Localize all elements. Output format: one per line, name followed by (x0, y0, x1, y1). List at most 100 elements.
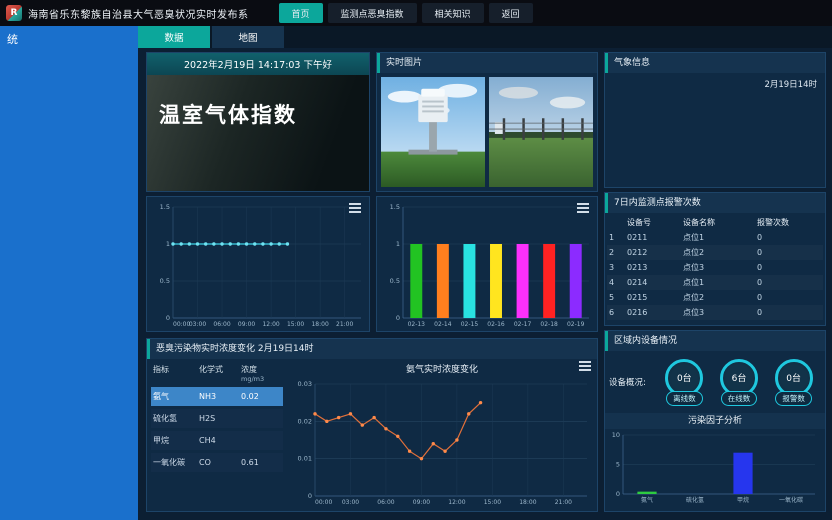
pollutant-cell: CH4 (199, 436, 241, 445)
nh3-trend-chart: 00.010.020.0300:0003:0006:0009:0012:0015… (289, 374, 595, 509)
alarm-cell: 点位2 (683, 247, 757, 258)
pollutant-row-co[interactable]: 一氧化碳CO0.61 (151, 453, 283, 472)
svg-text:03:00: 03:00 (189, 321, 206, 328)
alarm-table-row: 60216点位30 (607, 305, 823, 320)
pollutant-cell: NH3 (199, 392, 241, 401)
view-tabs: 数据地图 (138, 26, 832, 48)
datetime-label: 2022年2月19日 14:17:03 下午好 (147, 53, 369, 75)
pollutant-cell: H2S (199, 414, 241, 423)
svg-text:0.5: 0.5 (160, 277, 170, 285)
greenhouse-index-title: 温室气体指数 (159, 99, 297, 129)
chart-menu-icon[interactable] (579, 361, 591, 373)
svg-text:12:00: 12:00 (448, 499, 465, 506)
pollution-factor-title: 污染因子分析 (605, 413, 825, 429)
alarm-cell: 0 (757, 278, 817, 287)
pollutant-table-header: 指标 化学式 浓度 mg/m3 (151, 363, 283, 384)
alarm-col-device-name: 设备名称 (683, 217, 757, 228)
realtime-photos-panel: 实时图片 (376, 52, 598, 192)
svg-text:一氧化碳: 一氧化碳 (779, 496, 803, 504)
svg-text:氨气: 氨气 (641, 496, 653, 504)
svg-text:0: 0 (616, 490, 620, 498)
svg-text:02-17: 02-17 (514, 321, 532, 328)
top-bar: R 海南省乐东黎族自治县大气恶臭状况实时发布系 首页监测点恶臭指数相关知识返回 (0, 0, 832, 26)
pollutant-row-nh3[interactable]: 氨气NH30.02 (151, 387, 283, 406)
device-gauges: 0台离线数6台在线数0台报警数 (657, 359, 821, 406)
pollutant-cell: 氨气 (153, 391, 199, 402)
alarm-cell: 点位3 (683, 262, 757, 273)
alarm-cell: 5 (609, 293, 627, 302)
alarm-cell: 2 (609, 248, 627, 257)
gauge-label-alarm: 报警数 (775, 391, 812, 406)
alarm-panel-title: 7日内监测点报警次数 (605, 193, 825, 213)
chart-menu-icon[interactable] (577, 203, 589, 215)
svg-text:10: 10 (612, 431, 620, 439)
alarm-cell: 点位1 (683, 232, 757, 243)
pollutant-body: 指标 化学式 浓度 mg/m3 氨气NH30.02硫化氢H2S甲烷CH4一氧化碳… (147, 359, 597, 511)
svg-text:0.02: 0.02 (298, 417, 312, 425)
station-photo-2 (489, 77, 593, 187)
weather-body: 2月19日14时 (605, 73, 825, 187)
svg-text:21:00: 21:00 (336, 321, 353, 328)
pollutant-row-ch4[interactable]: 甲烷CH4 (151, 431, 283, 450)
alarm-cell: 点位3 (683, 307, 757, 318)
svg-text:1.5: 1.5 (390, 203, 400, 211)
chart-menu-icon[interactable] (349, 203, 361, 215)
svg-text:0.5: 0.5 (390, 277, 400, 285)
tab-data[interactable]: 数据 (138, 26, 210, 48)
svg-text:0.01: 0.01 (298, 455, 312, 463)
pollutant-row-h2s[interactable]: 硫化氢H2S (151, 409, 283, 428)
alarm-cell: 1 (609, 233, 627, 242)
pollutant-realtime-panel: 恶臭污染物实时浓度变化 2月19日14时 指标 化学式 浓度 mg/m3 氨气N… (146, 338, 598, 512)
alarm-cell: 0 (757, 263, 817, 272)
svg-text:18:00: 18:00 (311, 321, 328, 328)
gauge-online: 6台在线数 (720, 359, 758, 406)
svg-text:5: 5 (616, 461, 620, 469)
svg-text:1: 1 (396, 240, 400, 248)
device-status-panel: 区域内设备情况 设备概况: 0台离线数6台在线数0台报警数 污染因子分析 051… (604, 330, 826, 512)
tab-map[interactable]: 地图 (212, 26, 284, 48)
greenhouse-trend-panel: 00.511.500:0003:0006:0009:0012:0015:0018… (146, 196, 370, 332)
svg-text:09:00: 09:00 (413, 499, 430, 506)
nav-item-station-odor-index[interactable]: 监测点恶臭指数 (328, 3, 417, 23)
pollutant-cell: CO (199, 458, 241, 467)
alarm-col-device-id: 设备号 (627, 217, 683, 228)
alarm-table-row: 10211点位10 (607, 230, 823, 245)
weekly-index-chart: 00.511.502-1302-1402-1502-1602-1702-1802… (377, 197, 597, 331)
nav-item-home[interactable]: 首页 (279, 3, 323, 23)
alarm-cell: 0 (757, 233, 817, 242)
alarm-table-row: 50215点位20 (607, 290, 823, 305)
alarm-table-body: 10211点位1020212点位2030213点位3040214点位105021… (607, 230, 823, 320)
svg-text:18:00: 18:00 (519, 499, 536, 506)
svg-text:02-13: 02-13 (408, 321, 426, 328)
pollutant-table: 指标 化学式 浓度 mg/m3 氨气NH30.02 硫化氢H2S 甲烷CH4 一氧化碳… (147, 359, 287, 511)
weather-time-label: 2月19日14时 (764, 78, 817, 90)
alarm-cell: 0215 (627, 293, 683, 302)
alarm-cell: 点位1 (683, 277, 757, 288)
svg-text:02-16: 02-16 (487, 321, 505, 328)
weather-panel-title: 气象信息 (605, 53, 825, 73)
weekly-index-panel: 00.511.502-1302-1402-1502-1602-1702-1802… (376, 196, 598, 332)
nav-item-back[interactable]: 返回 (489, 3, 533, 23)
alarm-count-panel: 7日内监测点报警次数 设备号 设备名称 报警次数 10211点位1020212点… (604, 192, 826, 326)
svg-text:00:00: 00:00 (315, 499, 332, 506)
alarm-cell: 3 (609, 263, 627, 272)
nav-item-knowledge[interactable]: 相关知识 (422, 3, 484, 23)
device-overview-label: 设备概况: (609, 376, 657, 388)
svg-text:1: 1 (166, 240, 170, 248)
alarm-cell: 0216 (627, 308, 683, 317)
svg-text:06:00: 06:00 (377, 499, 394, 506)
pollution-factor-chart: 0510氨气硫化氢甲烷一氧化碳 (607, 429, 823, 507)
gauge-label-online: 在线数 (721, 391, 758, 406)
station-photo-1-image (381, 77, 485, 187)
pollutant-col-concentration: 浓度 mg/m3 (241, 364, 285, 383)
left-sidebar: 统 (0, 26, 138, 520)
pollutant-cell: 0.61 (241, 458, 285, 467)
alarm-cell: 0213 (627, 263, 683, 272)
pollutant-table-body: 氨气NH30.02 硫化氢H2S 甲烷CH4 一氧化碳CO0.61 (151, 387, 283, 472)
alarm-table-row: 20212点位20 (607, 245, 823, 260)
svg-text:0: 0 (308, 492, 312, 500)
alarm-cell: 0 (757, 248, 817, 257)
svg-text:0: 0 (166, 314, 170, 322)
alarm-cell: 0 (757, 308, 817, 317)
station-photo-1 (381, 77, 485, 187)
